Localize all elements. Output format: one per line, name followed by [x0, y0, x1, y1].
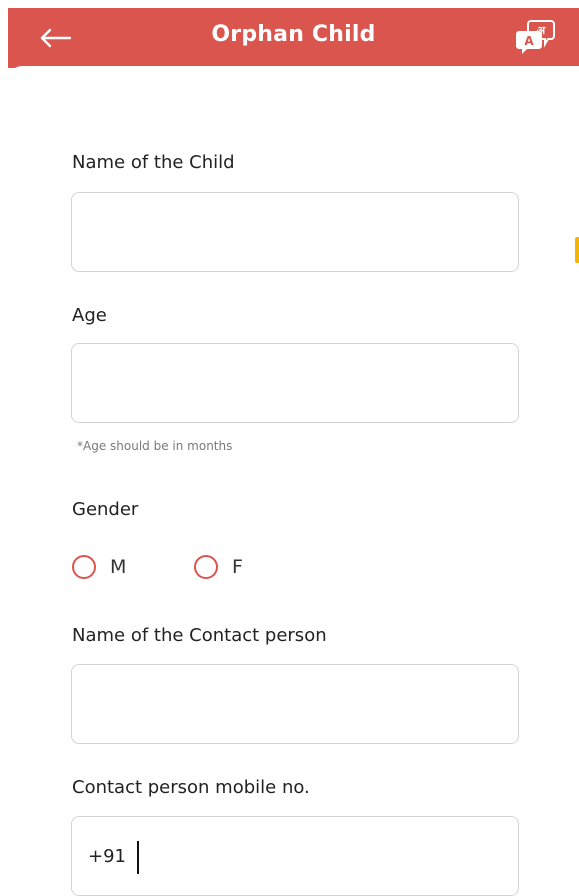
edge-indicator	[575, 237, 579, 263]
radio-unchecked-icon	[194, 555, 218, 579]
language-toggle-button[interactable]: अ A	[515, 18, 555, 56]
contact-name-input[interactable]	[71, 664, 519, 744]
language-glyph-latin: A	[524, 34, 534, 48]
radio-unchecked-icon	[72, 555, 96, 579]
translate-icon: अ A	[516, 20, 555, 54]
child-name-input[interactable]	[71, 192, 519, 272]
age-label: Age	[72, 305, 107, 326]
contact-mobile-label: Contact person mobile no.	[72, 777, 310, 798]
gender-option-m-label: M	[110, 556, 127, 578]
form-sheet	[8, 66, 579, 895]
contact-mobile-value: +91	[88, 846, 126, 867]
child-name-label: Name of the Child	[72, 152, 235, 173]
gender-radio-m[interactable]: M	[72, 553, 126, 581]
gender-radio-f[interactable]: F	[194, 553, 243, 581]
contact-name-label: Name of the Contact person	[72, 625, 327, 646]
age-input[interactable]	[71, 343, 519, 423]
age-hint: *Age should be in months	[77, 439, 233, 453]
gender-label: Gender	[72, 499, 139, 520]
text-cursor	[137, 841, 139, 874]
gender-option-f-label: F	[232, 556, 243, 578]
app-bar: Orphan Child अ A	[8, 8, 579, 68]
page-title: Orphan Child	[211, 22, 376, 47]
